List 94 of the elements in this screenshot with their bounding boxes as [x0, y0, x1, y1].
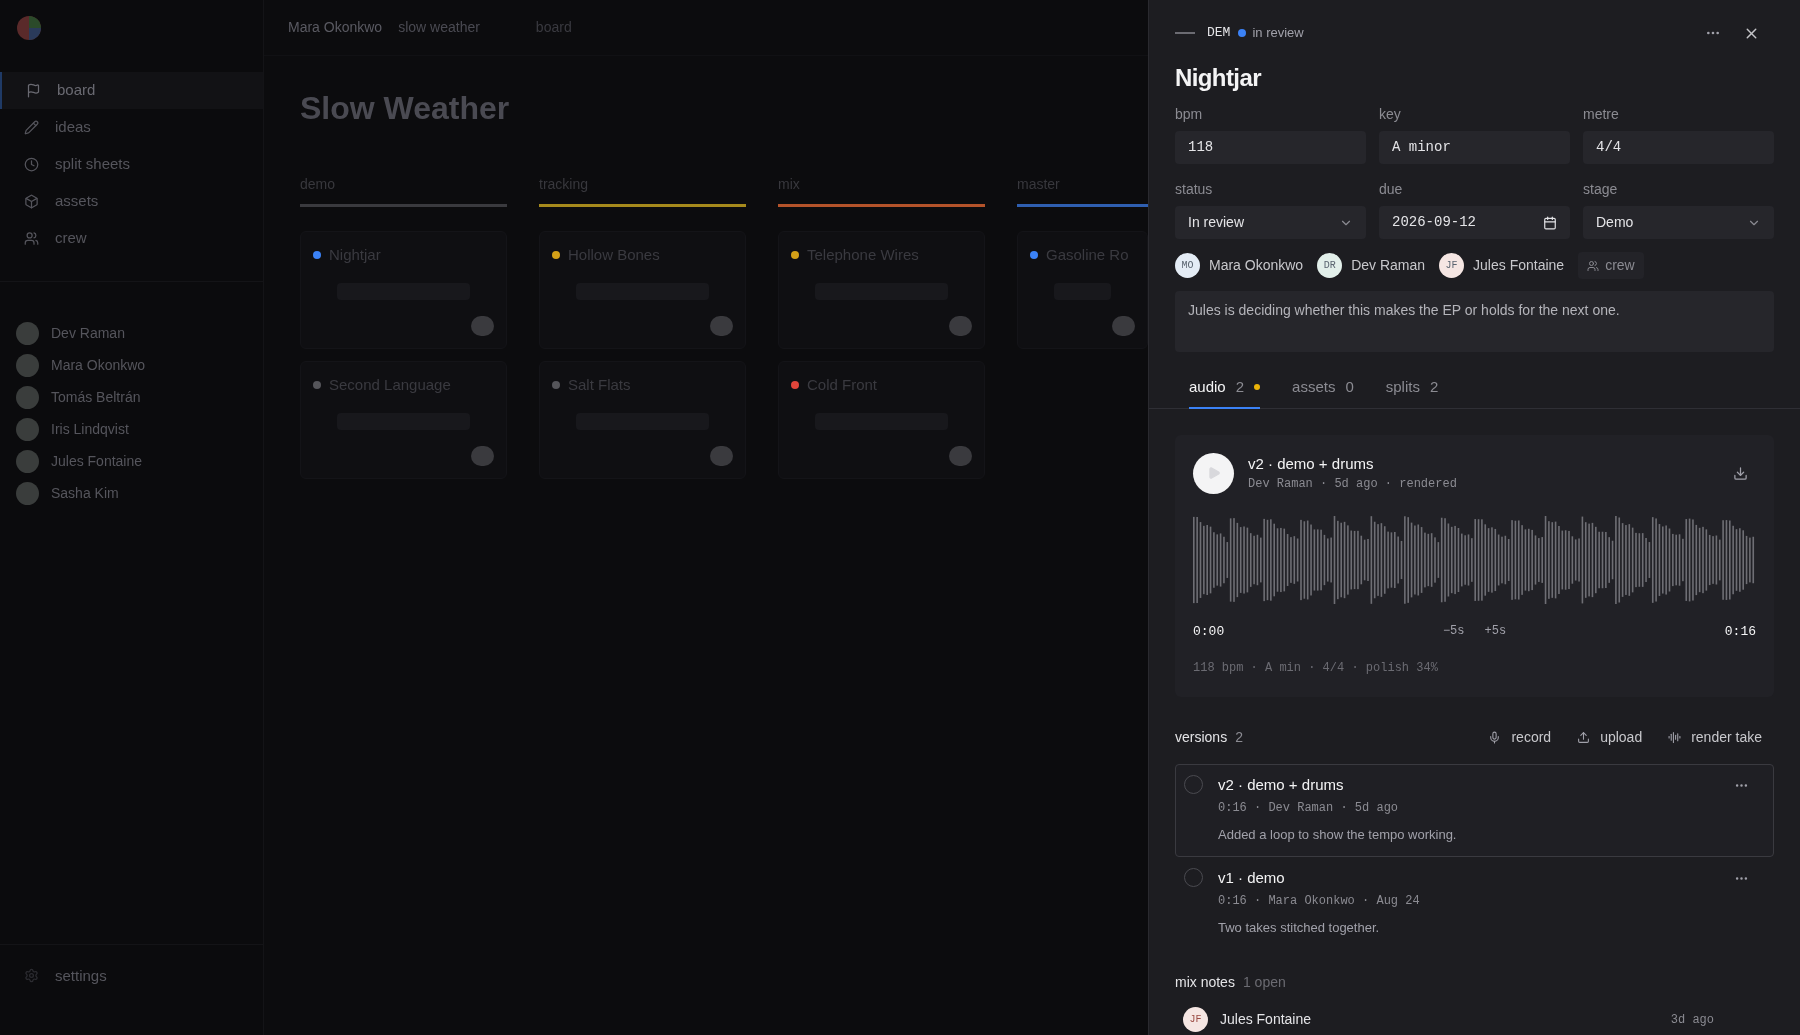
nav-item[interactable]: crew [0, 220, 263, 257]
tab[interactable]: splits 2 [1385, 376, 1439, 409]
nav-item[interactable]: ideas [0, 109, 263, 146]
select-field[interactable]: Demo [1583, 206, 1774, 239]
take-title: v2 · demo + drums [1248, 453, 1375, 474]
download-icon[interactable] [1733, 465, 1748, 481]
select-field[interactable]: In review [1175, 206, 1366, 239]
avatar [471, 445, 494, 466]
field-label: bpm [1175, 105, 1204, 124]
crew-member-name: Dev Raman [1351, 256, 1426, 275]
version-meta: 0:16 · Mara Okonkwo · Aug 24 [1218, 892, 1421, 910]
input-field[interactable]: 4/4 [1583, 131, 1774, 164]
crew-member-name: Jules Fontaine [1473, 256, 1565, 275]
action-button[interactable]: render take [1668, 727, 1762, 748]
version-meta: 0:16 · Dev Raman · 5d ago [1218, 799, 1400, 817]
skip-back-button[interactable]: −5s [1442, 622, 1465, 641]
skip-forward-button[interactable]: +5s [1484, 622, 1507, 641]
section-count: 1 open [1242, 973, 1286, 992]
avatar [16, 386, 39, 409]
person-name: Jules Fontaine [51, 452, 143, 471]
person-name: Tomás Beltrán [51, 388, 141, 407]
crew-button[interactable]: crew [1578, 252, 1644, 279]
note-author: Jules Fontaine [1220, 1010, 1312, 1029]
avatar: JF [1439, 253, 1465, 278]
nav-icon [24, 120, 39, 135]
version-title: v1 · demo [1218, 868, 1286, 888]
nav-item[interactable]: board [0, 72, 263, 109]
nav-item[interactable]: assets [0, 183, 263, 220]
nav-item[interactable]: split sheets [0, 146, 263, 183]
drag-handle[interactable] [1175, 32, 1195, 34]
field-label: key [1379, 105, 1402, 124]
person-name: Dev Raman [51, 324, 125, 343]
avatar [710, 445, 733, 466]
section-title: versions [1175, 728, 1228, 747]
play-button[interactable] [1193, 452, 1234, 494]
elapsed-time: 0:00 [1193, 622, 1225, 641]
take-meta: Dev Raman · 5d ago · rendered [1248, 476, 1457, 494]
nav-icon [24, 157, 39, 172]
nav-icon [26, 83, 41, 98]
avatar [949, 445, 972, 466]
board-title: Slow Weather [300, 89, 510, 128]
person-name: Mara Okonkwo [51, 356, 146, 375]
field-label: stage [1583, 180, 1619, 199]
action-button[interactable]: upload [1577, 727, 1643, 748]
upload-icon [1577, 731, 1591, 744]
song-title: Nightjar [1175, 63, 1263, 93]
notes-field[interactable]: Jules is deciding whether this makes the EP or holds for the next one. [1175, 291, 1774, 352]
song-code: DEM [1207, 24, 1231, 43]
input-field[interactable]: A minor [1379, 131, 1570, 164]
take-stats: 118 bpm · A min · 4/4 · polish 34% [1193, 660, 1439, 677]
duration: 0:16 [1724, 622, 1756, 641]
tab[interactable]: audio 2 [1189, 376, 1261, 409]
logo-icon [16, 15, 42, 41]
avatar: MO [1175, 253, 1200, 278]
avatar [16, 482, 39, 505]
record-icon [1488, 731, 1502, 744]
settings-icon [24, 968, 39, 984]
nav-icon [24, 231, 39, 246]
field-label: status [1175, 180, 1214, 199]
field-label: metre [1583, 105, 1620, 124]
avatar: JF [1183, 1007, 1208, 1032]
tab[interactable]: assets 0 [1292, 376, 1354, 409]
avatar [949, 315, 972, 336]
people-icon [1587, 259, 1600, 272]
avatar [16, 354, 39, 377]
avatar: DR [1317, 253, 1343, 278]
input-field[interactable]: 118 [1175, 131, 1366, 164]
version-title: v2 · demo + drums [1218, 775, 1345, 795]
waveform[interactable] [1193, 513, 1757, 606]
version-note: Added a loop to show the tempo working. [1218, 825, 1458, 844]
person-name: Iris Lindqvist [51, 420, 129, 439]
crew-member-name: Mara Okonkwo [1209, 256, 1304, 275]
avatar [710, 315, 733, 336]
avatar [16, 450, 39, 473]
avatar [471, 315, 494, 336]
avatar [16, 322, 39, 345]
calendar-icon [1543, 215, 1557, 230]
note-time: 3d ago [1670, 1011, 1714, 1029]
play-icon [1206, 466, 1221, 480]
section-count: 2 [1235, 728, 1243, 747]
field-label: due [1379, 180, 1404, 199]
action-button[interactable]: record [1488, 727, 1552, 748]
person-name: Sasha Kim [51, 484, 119, 503]
status-label: in review [1252, 24, 1304, 43]
breadcrumb[interactable]: Mara Okonkwo [288, 17, 383, 38]
settings-link[interactable]: settings [55, 964, 107, 987]
date-field[interactable]: 2026-09-12 [1379, 206, 1570, 239]
nav-icon [24, 194, 39, 209]
version-note: Two takes stitched together. [1218, 918, 1381, 937]
section-title: mix notes [1175, 973, 1235, 992]
version-row[interactable]: v1 · demo 0:16 · Mara Okonkwo · Aug 24 Two takes stitched together. [1175, 857, 1774, 950]
avatar [1112, 315, 1135, 336]
avatar [16, 418, 39, 441]
version-row[interactable]: v2 · demo + drums 0:16 · Dev Raman · 5d ago Added a loop to show the tempo working. [1175, 764, 1774, 857]
